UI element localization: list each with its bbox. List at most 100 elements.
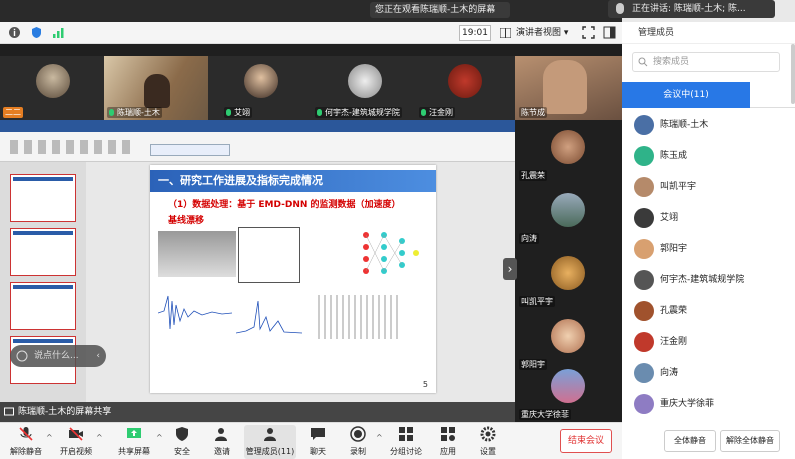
member-row[interactable]: 郭阳宇 bbox=[622, 234, 782, 265]
share-status-bar: 陈瑞顺-土木的屏幕共享 bbox=[0, 402, 515, 422]
share-screen-button[interactable]: 共享屏幕 bbox=[110, 425, 158, 459]
chevron-up-icon[interactable]: ^ bbox=[96, 433, 103, 442]
avatar bbox=[634, 332, 654, 352]
record-button[interactable]: 录制 bbox=[334, 425, 382, 459]
search-icon bbox=[638, 57, 648, 67]
fullscreen-icon[interactable] bbox=[582, 26, 595, 39]
tab-in-meeting[interactable]: 会议中(11) bbox=[622, 82, 750, 108]
video-tile[interactable]: 孔震荣 bbox=[515, 120, 622, 183]
speaker-banner: 正在讲话: 陈瑞顺-土木; 陈... bbox=[608, 0, 775, 18]
avatar bbox=[634, 115, 654, 135]
ribbon-tools bbox=[10, 140, 130, 154]
video-strip: 二二 陈瑞顺-土木 艾翊 何宇杰-建筑城规学院 汪金刚 bbox=[0, 56, 515, 120]
breakout-icon bbox=[399, 427, 413, 441]
member-row[interactable]: 汪金刚 bbox=[622, 327, 782, 358]
start-video-label: 开启视频 bbox=[60, 447, 92, 456]
video-tile[interactable]: 何宇杰-建筑城规学院 bbox=[312, 56, 416, 120]
video-tile[interactable]: 陈瑞顺-土木 bbox=[104, 56, 208, 120]
member-name: 郭阳宇 bbox=[660, 244, 688, 254]
panel-title: 管理成员 bbox=[622, 22, 795, 44]
avatar bbox=[551, 193, 585, 227]
video-tile[interactable]: 叫凯平宇 bbox=[515, 246, 622, 309]
chat-icon bbox=[311, 428, 325, 440]
avatar bbox=[634, 146, 654, 166]
tile-name: 二二 bbox=[3, 107, 23, 118]
search-placeholder: 搜索成员 bbox=[653, 57, 690, 67]
shared-screen[interactable]: 一、研究工作进展及指标完成情况 （1）数据处理：基于 EMD-DNN 的监测数据… bbox=[0, 120, 517, 422]
slide-thumbnails bbox=[0, 162, 86, 422]
slide-thumbnail[interactable] bbox=[10, 228, 76, 276]
signal-icon[interactable] bbox=[52, 26, 65, 39]
settings-button[interactable]: 设置 bbox=[464, 425, 512, 459]
shield-icon bbox=[176, 427, 188, 441]
avatar bbox=[634, 239, 654, 259]
record-icon bbox=[350, 426, 366, 442]
end-meeting-button[interactable]: 结束会议 bbox=[560, 429, 612, 453]
tile-name: 孔震荣 bbox=[519, 170, 547, 181]
signal-plot bbox=[158, 295, 232, 330]
member-name: 何宇杰-建筑城规学院 bbox=[660, 275, 745, 285]
share-banner: 您正在观看陈瑞顺-土木的屏幕 bbox=[370, 2, 510, 18]
camera-off-icon bbox=[69, 427, 83, 441]
member-tabs: 会议中(11) bbox=[622, 82, 795, 108]
member-name: 陈玉成 bbox=[660, 151, 688, 161]
avatar bbox=[244, 64, 278, 98]
spectrum-plot bbox=[236, 300, 302, 334]
tile-name: 汪金刚 bbox=[419, 107, 455, 118]
video-tile[interactable]: 重庆大学徐菲 bbox=[515, 359, 622, 422]
comment-placeholder: 说点什么... bbox=[34, 351, 79, 361]
members-panel: 管理成员 搜索成员 会议中(11) 陈瑞顺-土木陈玉成叫凯平宇艾翊郭阳宇何宇杰-… bbox=[622, 22, 795, 459]
collapse-chevron-icon[interactable]: ‹ bbox=[96, 345, 100, 367]
avatar bbox=[36, 64, 70, 98]
next-page-arrow[interactable]: › bbox=[503, 258, 517, 280]
video-tile[interactable]: 汪金刚 bbox=[416, 56, 515, 120]
video-tile[interactable]: 陈节成 bbox=[515, 56, 622, 120]
member-name: 重庆大学徐菲 bbox=[660, 399, 715, 409]
unmute-all-button[interactable]: 解除全体静音 bbox=[720, 430, 780, 452]
member-name: 叫凯平宇 bbox=[660, 182, 697, 192]
video-tile[interactable]: 艾翊 bbox=[208, 56, 312, 120]
tile-name: 重庆大学徐菲 bbox=[519, 409, 571, 420]
mic-muted-icon bbox=[19, 427, 33, 441]
slide-thumbnail[interactable] bbox=[10, 174, 76, 222]
member-row[interactable]: 重庆大学徐菲 bbox=[622, 389, 782, 420]
avatar bbox=[348, 64, 382, 98]
member-row[interactable]: 向涛 bbox=[622, 358, 782, 389]
member-row[interactable]: 何宇杰-建筑城规学院 bbox=[622, 265, 782, 296]
invite-button[interactable]: 邀请 bbox=[198, 425, 246, 459]
unmute-button[interactable]: 解除静音 bbox=[2, 425, 50, 459]
mute-all-button[interactable]: 全体静音 bbox=[664, 430, 716, 452]
lab-photo bbox=[158, 231, 236, 277]
shield-icon[interactable] bbox=[30, 26, 43, 39]
screen-share-icon bbox=[4, 407, 14, 416]
slide-heading: 一、研究工作进展及指标完成情况 bbox=[150, 170, 436, 192]
member-row[interactable]: 陈玉成 bbox=[622, 141, 782, 172]
video-tile[interactable]: 向涛 bbox=[515, 183, 622, 246]
video-tile[interactable]: 二二 bbox=[0, 56, 104, 120]
info-icon[interactable] bbox=[8, 26, 21, 39]
member-search-input[interactable]: 搜索成员 bbox=[632, 52, 780, 72]
member-row[interactable]: 艾翊 bbox=[622, 203, 782, 234]
manage-members-button[interactable]: 管理成员(11) bbox=[244, 425, 296, 459]
member-row[interactable]: 孔震荣 bbox=[622, 296, 782, 327]
apps-icon bbox=[441, 427, 455, 441]
ppt-title-bar bbox=[0, 120, 515, 132]
member-name: 汪金刚 bbox=[660, 337, 688, 347]
manage-members-label: 管理成员(11) bbox=[245, 447, 295, 456]
slide-thumbnail[interactable] bbox=[10, 282, 76, 330]
member-name: 向涛 bbox=[660, 368, 679, 378]
comment-input[interactable]: 说点什么... ‹ bbox=[10, 345, 106, 367]
avatar bbox=[551, 319, 585, 353]
style-gallery bbox=[150, 144, 230, 156]
start-video-button[interactable]: 开启视频 bbox=[52, 425, 100, 459]
network-architecture bbox=[318, 295, 398, 339]
layout-icon[interactable] bbox=[603, 26, 616, 39]
current-slide: 一、研究工作进展及指标完成情况 （1）数据处理：基于 EMD-DNN 的监测数据… bbox=[150, 165, 436, 393]
avatar bbox=[551, 130, 585, 164]
avatar bbox=[634, 363, 654, 383]
member-row[interactable]: 叫凯平宇 bbox=[622, 172, 782, 203]
view-mode-button[interactable]: 演讲者视图 ▾ bbox=[500, 25, 580, 41]
avatar bbox=[551, 369, 585, 403]
member-row[interactable]: 陈瑞顺-土木 bbox=[622, 110, 782, 141]
breakout-button[interactable]: 分组讨论 bbox=[382, 425, 430, 459]
